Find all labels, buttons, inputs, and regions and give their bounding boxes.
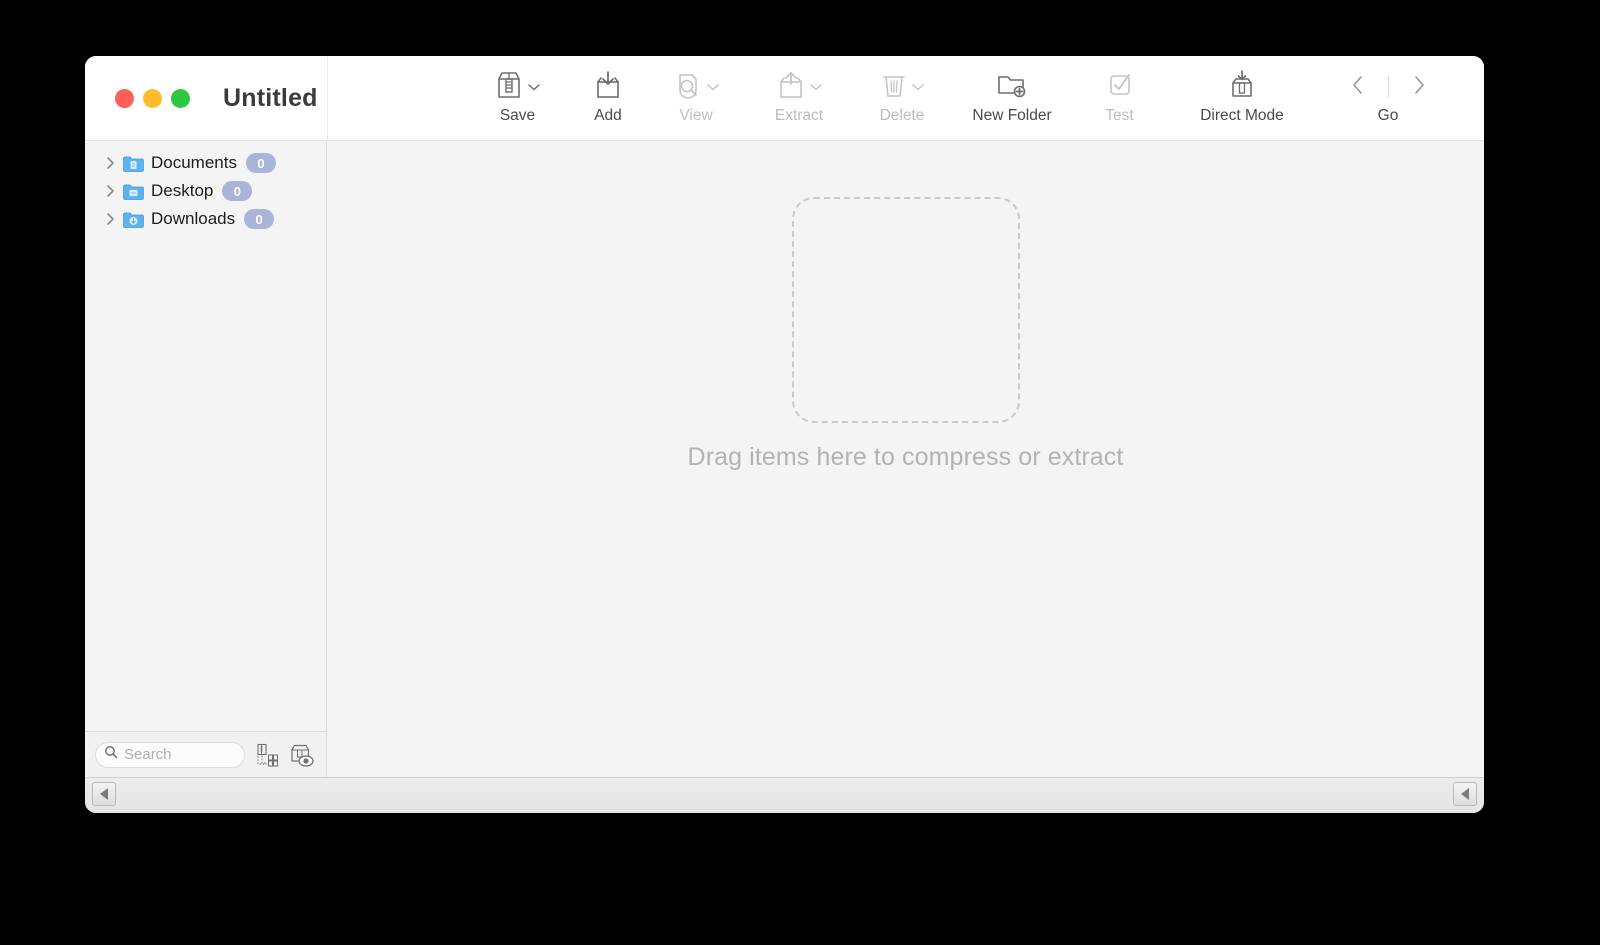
status-badge: 0 <box>222 181 253 201</box>
sidebar-item-desktop[interactable]: Desktop 0 <box>85 177 326 205</box>
chevron-down-icon[interactable] <box>911 78 924 96</box>
add-button[interactable]: Add <box>570 56 646 141</box>
chevron-down-icon[interactable] <box>528 78 540 96</box>
dropzone[interactable] <box>792 197 1020 423</box>
checkbox-check-icon <box>1106 70 1134 105</box>
new-folder-button[interactable]: New Folder <box>952 56 1072 141</box>
view-button[interactable]: View <box>646 56 746 141</box>
scroll-left-arrow[interactable] <box>92 782 116 806</box>
dropzone-hint: Drag items here to compress or extract <box>687 443 1124 471</box>
go-label: Go <box>1377 107 1399 124</box>
chevron-right-icon[interactable] <box>106 184 123 198</box>
chevron-right-icon[interactable] <box>106 212 123 226</box>
go-control: Go <box>1317 56 1459 141</box>
triangle-left-icon <box>1461 788 1469 800</box>
test-button[interactable]: Test <box>1072 56 1167 141</box>
magnifier-page-icon <box>674 70 702 105</box>
sidebar-item-label: Desktop <box>151 181 214 200</box>
close-button[interactable] <box>115 89 134 108</box>
view-label: View <box>679 107 713 124</box>
horizontal-scrollbar[interactable] <box>85 777 1484 813</box>
new-folder-label: New Folder <box>972 107 1052 124</box>
search-input[interactable] <box>124 746 232 763</box>
delete-label: Delete <box>879 107 925 124</box>
chevron-down-icon[interactable] <box>706 78 719 96</box>
search-icon <box>104 745 118 764</box>
trash-icon <box>881 70 907 105</box>
save-button[interactable]: Save <box>465 56 570 141</box>
delete-button[interactable]: Delete <box>852 56 952 141</box>
go-separator <box>1387 76 1389 98</box>
archive-preview-eye-icon[interactable] <box>288 740 315 770</box>
search-field[interactable] <box>95 741 245 768</box>
extract-button[interactable]: Extract <box>746 56 852 141</box>
box-arrow-down-icon <box>594 70 622 105</box>
window-title: Untitled <box>223 84 318 112</box>
minimize-button[interactable] <box>143 89 162 108</box>
add-label: Add <box>594 107 622 124</box>
test-label: Test <box>1105 107 1134 124</box>
toolbar: Untitled Save Add View Extract Delete Ne… <box>85 56 1484 141</box>
toolbar-divider <box>327 56 328 141</box>
app-window: Untitled Save Add View Extract Delete Ne… <box>85 56 1484 813</box>
folder-desktop-icon <box>123 183 144 200</box>
direct-mode-label: Direct Mode <box>1200 107 1284 124</box>
direct-archive-icon <box>1228 69 1256 105</box>
save-label: Save <box>499 107 536 124</box>
sidebar-item-label: Downloads <box>151 209 236 228</box>
archive-zip-icon <box>495 70 523 105</box>
status-badge: 0 <box>244 209 275 229</box>
sidebar: Documents 0 Desktop 0 Downloads 0 Search <box>85 141 327 777</box>
box-arrow-up-icon <box>777 70 805 105</box>
sidebar-item-label: Documents <box>151 153 237 172</box>
scroll-right-arrow[interactable] <box>1453 782 1477 806</box>
chevron-down-icon[interactable] <box>809 78 822 96</box>
chevron-right-icon[interactable] <box>106 156 123 170</box>
direct-mode-button[interactable]: Direct Mode <box>1167 56 1317 141</box>
status-badge: 0 <box>245 153 276 173</box>
folder-plus-icon <box>996 70 1028 105</box>
triangle-left-icon <box>100 788 108 800</box>
sidebar-item-documents[interactable]: Documents 0 <box>85 149 326 177</box>
sidebar-item-downloads[interactable]: Downloads 0 <box>85 205 326 233</box>
chevron-right-icon[interactable] <box>1411 74 1427 101</box>
zoom-button[interactable] <box>171 89 190 108</box>
sidebar-bottom-bar <box>85 731 326 777</box>
extract-label: Extract <box>774 107 824 124</box>
folder-documents-icon <box>123 155 144 172</box>
chevron-left-icon[interactable] <box>1350 74 1366 101</box>
content-area[interactable]: Drag items here to compress or extract <box>327 141 1484 777</box>
sidebar-list: Documents 0 Desktop 0 Downloads 0 <box>85 141 326 233</box>
share-button[interactable]: Share <box>1459 56 1484 141</box>
split-archive-icon[interactable] <box>253 740 280 770</box>
toolbar-items: Save Add View Extract Delete New Folder … <box>465 56 1484 141</box>
folder-downloads-icon <box>123 211 144 228</box>
traffic-lights <box>115 89 190 108</box>
window-body: Documents 0 Desktop 0 Downloads 0 Search… <box>85 141 1484 777</box>
